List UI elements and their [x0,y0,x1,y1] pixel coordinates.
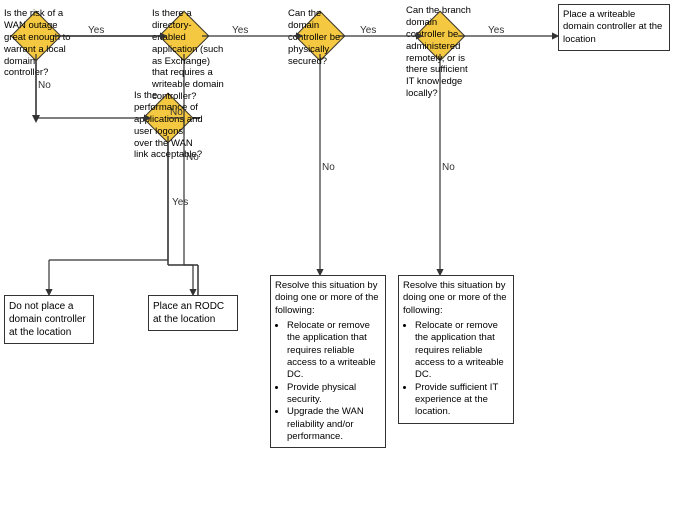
box-rodc: Place an RODC at the location [148,295,238,331]
svg-text:Yes: Yes [88,25,104,36]
diamond-5-label: Can the branch domain controller be admi… [406,5,478,100]
diamond-4-label: Can the domain controller be physically … [288,8,354,67]
box-resolve-physical: Resolve this situation by doing one or m… [270,275,386,448]
svg-text:Yes: Yes [360,25,376,36]
svg-text:Yes: Yes [172,197,188,208]
svg-text:No: No [322,162,335,173]
svg-text:Yes: Yes [232,25,248,36]
box-resolve-it: Resolve this situation by doing one or m… [398,275,514,424]
svg-text:Yes: Yes [488,25,504,36]
box-do-not-place: Do not place a domain controller at the … [4,295,94,344]
diamond-1-label: Is the risk of a WAN outage great enough… [4,8,72,79]
svg-text:No: No [38,80,51,91]
diamond-3-label: Is there a directory-enabled application… [152,8,224,103]
box-writeable-dc: Place a writeable domain controller at t… [558,4,670,51]
svg-text:No: No [442,162,455,173]
flowchart-diagram: Is the risk of a WAN outage great enough… [0,0,681,513]
